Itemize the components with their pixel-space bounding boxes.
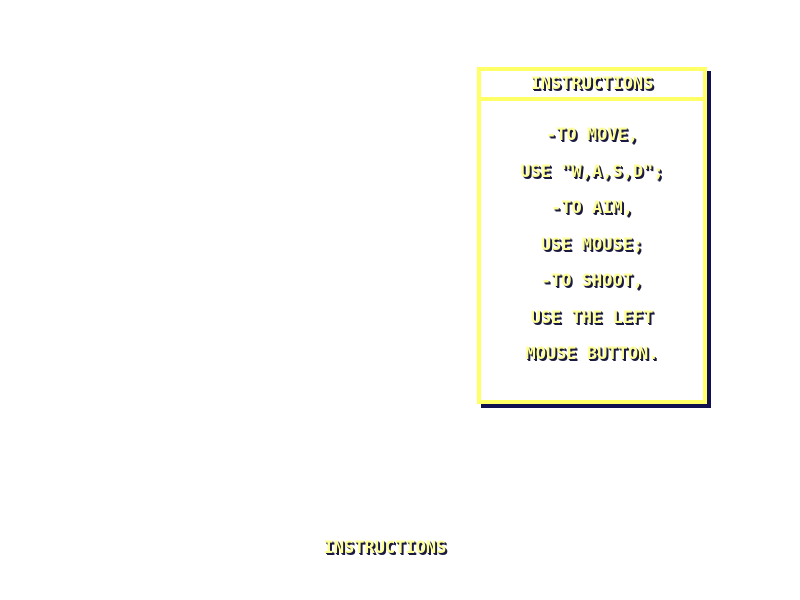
instructions-panel-header: INSTRUCTIONS	[481, 71, 703, 101]
instructions-panel-title: INSTRUCTIONS	[530, 74, 654, 94]
instruction-line-move: -TO MOVE,	[545, 125, 639, 145]
game-screen: INSTRUCTIONS -TO MOVE, USE "W,A,S,D"; -T…	[0, 0, 800, 600]
instructions-menu-button[interactable]: INSTRUCTIONS	[312, 538, 458, 558]
instruction-line-move-keys: USE "W,A,S,D";	[520, 161, 664, 182]
instruction-line-aim: -TO AIM,	[551, 198, 633, 218]
instruction-line-shoot: -TO SHOOT,	[540, 271, 644, 291]
instructions-panel: INSTRUCTIONS -TO MOVE, USE "W,A,S,D"; -T…	[477, 67, 707, 404]
instruction-line-shoot-button: USE THE LEFT	[530, 307, 654, 328]
instruction-line-shoot-button-2: MOUSE BUTTON.	[525, 344, 659, 364]
instructions-panel-body: -TO MOVE, USE "W,A,S,D"; -TO AIM, USE MO…	[481, 117, 703, 373]
instruction-line-aim-mouse: USE MOUSE;	[540, 234, 644, 255]
